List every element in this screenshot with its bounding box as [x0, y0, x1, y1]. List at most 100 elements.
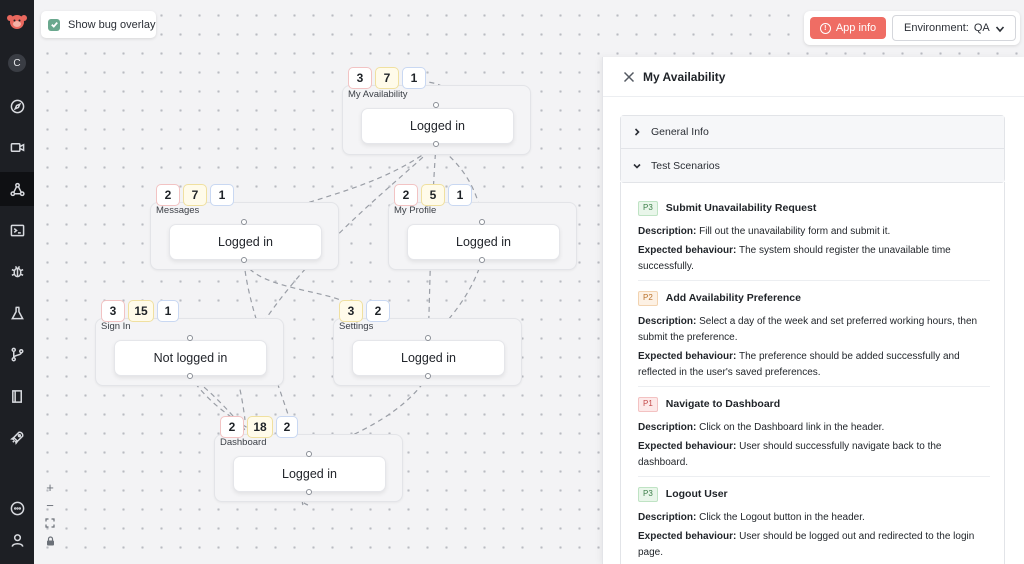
node-label: Settings — [339, 321, 374, 332]
app-info-button[interactable]: ! App info — [810, 17, 886, 39]
badge-critical[interactable]: 3 — [348, 67, 372, 89]
badge-info[interactable]: 1 — [402, 67, 426, 89]
panel-title: My Availability — [643, 70, 726, 84]
fit-view-icon[interactable] — [45, 514, 55, 532]
book-icon[interactable] — [0, 379, 34, 413]
test-scenarios-list[interactable]: P3 Submit Unavailability Request Descrip… — [620, 182, 1005, 564]
lock-icon[interactable] — [46, 532, 55, 550]
info-icon: ! — [819, 22, 831, 34]
terminal-icon[interactable] — [0, 213, 34, 247]
chevron-right-icon — [634, 128, 640, 136]
compass-icon[interactable] — [0, 89, 34, 123]
environment-label: Environment: — [904, 22, 969, 34]
badge-warning[interactable]: 15 — [128, 300, 154, 322]
show-bug-overlay-label: Show bug overlay — [68, 18, 156, 31]
priority-badge: P1 — [638, 396, 658, 412]
badge-critical[interactable]: 2 — [220, 416, 244, 438]
node-port[interactable] — [187, 373, 193, 379]
node-state[interactable]: Logged in — [361, 108, 514, 144]
badge-info[interactable]: 1 — [157, 300, 179, 322]
node-label: My Profile — [394, 205, 437, 216]
environment-value: QA — [973, 22, 990, 34]
description-label: Description: — [638, 422, 697, 433]
scenario-item: P3 Submit Unavailability Request Descrip… — [638, 200, 990, 278]
node-label: My Availability — [348, 89, 408, 100]
node-port[interactable] — [187, 335, 193, 341]
badge-warning[interactable]: 7 — [183, 184, 207, 206]
scenario-description: Click the Logout button in the header. — [699, 512, 865, 523]
accordion: General Info Test Scenarios — [620, 115, 1005, 183]
badge-info[interactable]: 2 — [276, 416, 298, 438]
flask-icon[interactable] — [0, 296, 34, 330]
node-port[interactable] — [433, 141, 439, 147]
badge-warning[interactable]: 5 — [421, 184, 445, 206]
environment-select[interactable]: Environment: QA — [892, 15, 1016, 41]
badge-critical[interactable]: 2 — [156, 184, 180, 206]
app-info-label: App info — [835, 22, 877, 34]
node-port[interactable] — [433, 102, 439, 108]
badge-critical[interactable]: 2 — [394, 184, 418, 206]
rocket-icon[interactable] — [0, 420, 34, 454]
node-label: Sign In — [101, 321, 131, 332]
sidebar: C — [0, 0, 34, 564]
scenario-item: P3 Logout User Description: Click the Lo… — [638, 486, 990, 564]
divider — [638, 476, 990, 477]
scenario-description: Click on the Dashboard link in the heade… — [699, 422, 885, 433]
chevron-down-icon — [995, 26, 1005, 33]
checkbox-checked-icon[interactable] — [48, 18, 60, 31]
node-port[interactable] — [425, 335, 431, 341]
node-port[interactable] — [479, 219, 485, 225]
zoom-out-button[interactable]: − — [46, 496, 54, 514]
divider — [638, 280, 990, 281]
scenario-description: Fill out the unavailability form and sub… — [699, 226, 891, 237]
video-icon[interactable] — [0, 130, 34, 164]
scenario-title: Navigate to Dashboard — [665, 398, 781, 410]
node-label: Messages — [156, 205, 200, 216]
git-branch-icon[interactable] — [0, 337, 34, 371]
description-label: Description: — [638, 226, 697, 237]
description-label: Description: — [638, 316, 697, 327]
badge-info[interactable]: 1 — [210, 184, 234, 206]
expected-label: Expected behaviour: — [638, 245, 737, 256]
chat-icon[interactable] — [0, 491, 34, 525]
accordion-general-info[interactable]: General Info — [621, 116, 1004, 149]
show-bug-overlay-toggle[interactable]: Show bug overlay — [41, 11, 156, 38]
accordion-test-scenarios[interactable]: Test Scenarios — [621, 149, 1004, 182]
node-label: Dashboard — [220, 437, 267, 448]
scenario-title: Submit Unavailability Request — [665, 202, 817, 214]
badge-warning[interactable]: 18 — [247, 416, 273, 438]
node-port[interactable] — [479, 257, 485, 263]
badge-info[interactable]: 2 — [366, 300, 390, 322]
badge-critical[interactable]: 3 — [101, 300, 125, 322]
avatar[interactable]: C — [8, 54, 26, 72]
zoom-in-button[interactable]: + — [46, 478, 54, 496]
chevron-down-icon — [633, 163, 641, 169]
node-state[interactable]: Logged in — [233, 456, 386, 492]
monkey-logo-icon[interactable] — [6, 10, 28, 32]
badge-warning[interactable]: 7 — [375, 67, 399, 89]
node-port[interactable] — [306, 489, 312, 495]
node-state[interactable]: Logged in — [407, 224, 560, 260]
divider — [638, 386, 990, 387]
graph-icon[interactable] — [0, 172, 34, 206]
node-state[interactable]: Not logged in — [114, 340, 267, 376]
node-port[interactable] — [425, 373, 431, 379]
panel-header: My Availability — [603, 57, 1024, 97]
node-port[interactable] — [241, 257, 247, 263]
close-icon[interactable] — [623, 70, 635, 83]
node-port[interactable] — [241, 219, 247, 225]
scenario-title: Logout User — [665, 488, 728, 500]
top-controls: ! App info Environment: QA — [804, 11, 1020, 45]
user-icon[interactable] — [0, 523, 34, 557]
node-state[interactable]: Logged in — [169, 224, 322, 260]
scenario-item: P1 Navigate to Dashboard Description: Cl… — [638, 396, 990, 474]
priority-badge: P3 — [638, 200, 658, 216]
badge-warning[interactable]: 3 — [339, 300, 363, 322]
expected-label: Expected behaviour: — [638, 531, 737, 542]
general-info-label: General Info — [651, 126, 709, 138]
zoom-controls: + − — [40, 478, 60, 552]
node-port[interactable] — [306, 451, 312, 457]
bug-icon[interactable] — [0, 254, 34, 288]
badge-info[interactable]: 1 — [448, 184, 472, 206]
node-state[interactable]: Logged in — [352, 340, 505, 376]
